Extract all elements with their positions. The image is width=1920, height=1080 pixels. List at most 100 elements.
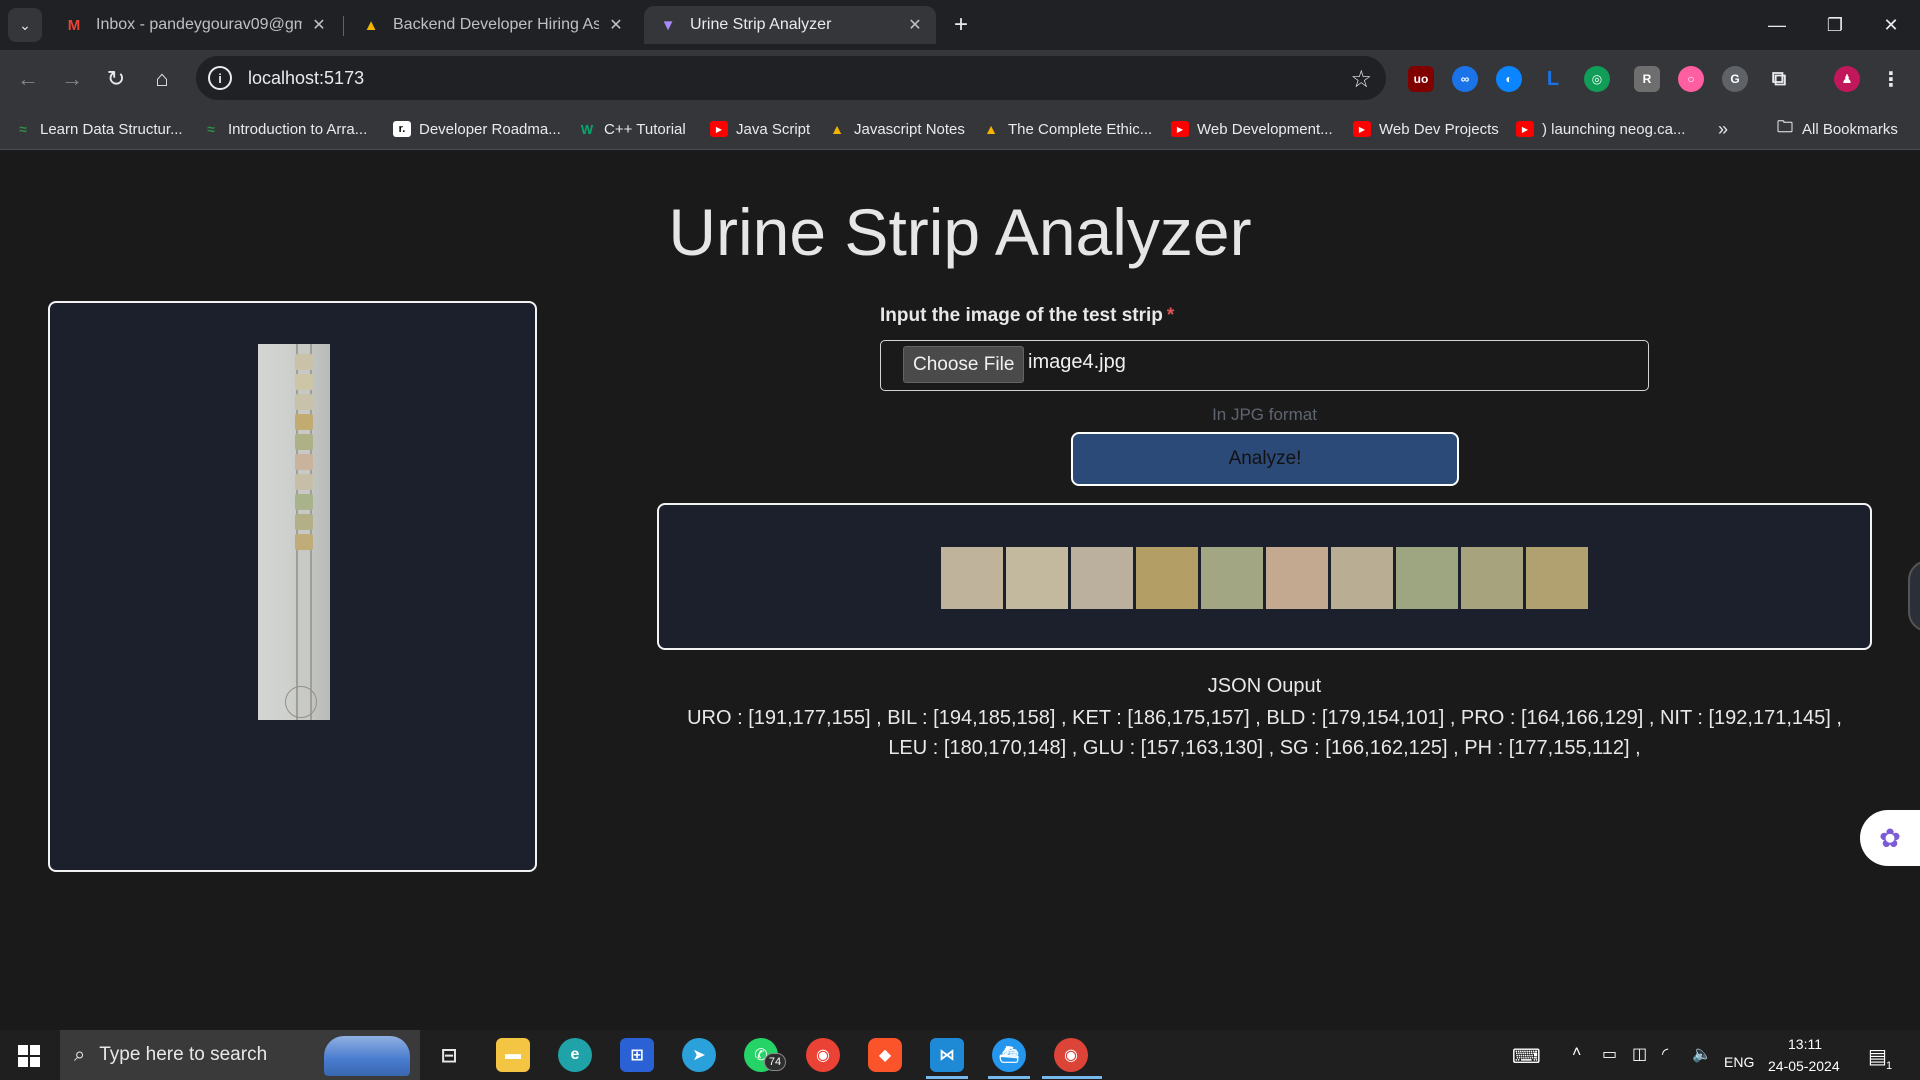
bookmark-label: Learn Data Structur... [40,120,183,138]
bookmark-label: Web Dev Projects [1379,120,1499,138]
search-icon: ⌕ [74,1043,86,1066]
google-drive-icon: ▲ [984,121,998,137]
forward-button[interactable]: → [52,59,92,99]
side-widget[interactable] [1908,560,1920,632]
taskbar-search[interactable]: ⌕ Type here to search [60,1030,420,1080]
chrome-icon[interactable]: ◉ [806,1038,840,1072]
file-explorer-icon[interactable]: ▬ [496,1038,530,1072]
bookmark-item[interactable]: ▶ Java Script [710,118,810,140]
strip-pad [295,474,313,490]
chrome-active-icon[interactable]: ◉ [1054,1038,1088,1072]
bookmark-item[interactable]: W C++ Tutorial [578,118,686,140]
bookmark-label: The Complete Ethic... [1008,120,1153,138]
tab-drive[interactable]: ▲ Backend Developer Hiring Assig ✕ [347,6,637,44]
close-icon[interactable]: ✕ [605,14,627,36]
all-bookmarks-button[interactable]: 🗀 All Bookmarks [1776,118,1898,140]
address-bar[interactable]: i localhost:5173 ☆ [196,56,1386,100]
bookmark-label: ) launching neog.ca... [1542,120,1686,138]
color-swatch [1461,547,1523,609]
bookmark-item[interactable]: ▲ Javascript Notes [828,118,965,140]
image-preview-panel [48,301,537,872]
roadmap-icon: r. [393,121,411,137]
bookmark-item[interactable]: ▶ Web Dev Projects [1353,118,1499,140]
file-input[interactable]: Choose File image4.jpg [880,340,1649,391]
telegram-icon[interactable]: ➤ [682,1038,716,1072]
strip-pad [295,414,313,430]
color-swatch [1396,547,1458,609]
notification-center-icon[interactable]: ▤ [1868,1044,1887,1069]
bookmark-item[interactable]: ≈ Learn Data Structur... [14,118,183,140]
tab-search-chevron-icon[interactable]: ⌄ [8,8,42,42]
windows-start-icon[interactable] [18,1045,40,1067]
browser-toolbar: ← → ↻ ⌂ i localhost:5173 ☆ [0,50,1920,108]
color-swatch [1526,547,1588,609]
url-text: localhost:5173 [248,67,365,88]
camera-icon[interactable]: ◫ [1632,1044,1647,1064]
file-format-hint: In JPG format [1212,405,1317,424]
task-view-icon[interactable]: ⊟ [432,1038,466,1072]
clock-time[interactable]: 13:11 [1788,1036,1822,1052]
minimize-button[interactable]: — [1748,0,1806,50]
extension-green-icon[interactable]: ◎ [1584,66,1610,92]
tab-gmail[interactable]: M Inbox - pandeygourav09@gmail ✕ [50,6,340,44]
extension-r-icon[interactable]: R [1634,66,1660,92]
profile-avatar[interactable]: ♟ [1834,66,1860,92]
close-icon[interactable]: ✕ [904,14,926,36]
grammarly-icon[interactable]: G [1722,66,1748,92]
restore-button[interactable]: ❐ [1806,0,1864,50]
reload-button[interactable]: ↻ [96,59,136,99]
docker-icon[interactable]: ⛴ [992,1038,1026,1072]
youtube-icon: ▶ [1353,121,1371,137]
tab-urine-strip-analyzer[interactable]: ▼ Urine Strip Analyzer ✕ [644,6,936,44]
vscode-icon[interactable]: ⋈ [930,1038,964,1072]
site-info-icon[interactable]: i [208,66,232,90]
bookmark-star-icon[interactable]: ☆ [1350,65,1372,94]
browser-menu-icon[interactable]: ⋮ [1878,66,1904,92]
volume-icon[interactable]: 🔈 [1692,1044,1712,1064]
gmail-icon: M [67,16,81,34]
color-swatch [1266,547,1328,609]
strip-marker [285,686,317,718]
brave-icon[interactable]: ◆ [868,1038,902,1072]
whatsapp-badge: 74 [764,1053,786,1071]
bookmark-item[interactable]: ▲ The Complete Ethic... [982,118,1152,140]
color-swatch [941,547,1003,609]
vite-icon: ▼ [660,16,676,34]
edge-icon[interactable]: e [558,1038,592,1072]
analyze-button[interactable]: Analyze! [1071,432,1459,486]
extension-edge-icon[interactable]: ◐ [1496,66,1522,92]
bookmark-label: Developer Roadma... [419,120,561,138]
bookmark-label: Java Script [736,120,811,138]
keyboard-icon[interactable]: ⌨ [1512,1044,1541,1069]
bookmark-item[interactable]: ▶) launching neog.ca... [1516,118,1685,140]
brain-extension-icon[interactable]: ✿ [1860,810,1920,866]
extension-l-icon[interactable]: L [1540,66,1566,92]
new-tab-button[interactable]: + [946,10,976,40]
home-button[interactable]: ⌂ [142,59,182,99]
ublock-icon[interactable]: uo [1408,66,1434,92]
wifi-icon[interactable]: ◜ [1662,1044,1668,1064]
color-swatch [1201,547,1263,609]
choose-file-button[interactable]: Choose File [903,346,1025,383]
close-icon[interactable]: ✕ [308,14,330,36]
extension-infinity-icon[interactable]: ∞ [1452,66,1478,92]
clock-date[interactable]: 24-05-2024 [1768,1058,1840,1074]
close-window-button[interactable]: ✕ [1862,0,1920,50]
google-drive-icon: ▲ [363,16,379,34]
language-indicator[interactable]: ENG [1724,1054,1754,1070]
strip-pad [295,534,313,550]
color-swatch [1331,547,1393,609]
extension-ring-icon[interactable]: ○ [1678,66,1704,92]
tab-title: Inbox - pandeygourav09@gmail [96,16,302,33]
microsoft-store-icon[interactable]: ⊞ [620,1038,654,1072]
bookmark-item[interactable]: ≈ Introduction to Arra... [202,118,367,140]
bookmarks-overflow-chevron-icon[interactable]: » [1718,118,1728,140]
folder-icon: 🗀 [1776,118,1793,136]
battery-icon[interactable]: ▭ [1602,1044,1617,1064]
show-hidden-icons-chevron-icon[interactable]: ˄ [1572,1044,1581,1062]
back-button[interactable]: ← [8,59,48,99]
running-indicator [926,1076,968,1079]
extensions-puzzle-icon[interactable]: ⧉ [1766,66,1792,92]
bookmark-item[interactable]: ▶ Web Development... [1171,118,1333,140]
bookmark-item[interactable]: r. Developer Roadma... [393,118,561,140]
